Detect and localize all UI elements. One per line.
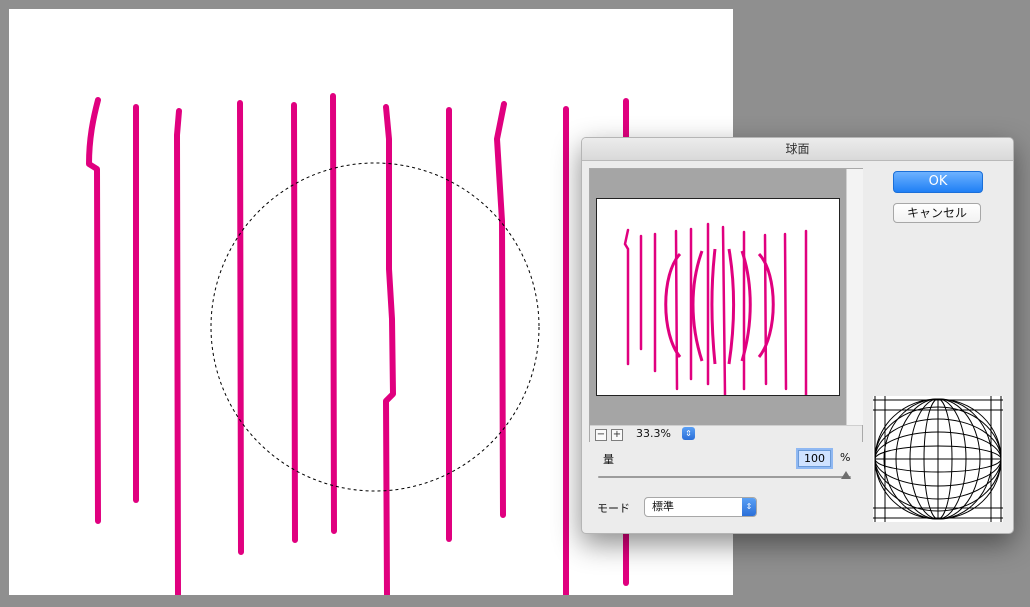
preview-scrollbar[interactable] (846, 169, 863, 425)
amount-unit: % (840, 451, 851, 464)
stroke-9 (494, 101, 507, 518)
spherize-dialog: 球面 − + 33.3% ⇕ OK キャンセル 量 100 % モード 標準 ⇕ (581, 137, 1014, 534)
stroke-7 (383, 104, 396, 595)
preview-document (596, 198, 840, 397)
zoom-out-button[interactable]: − (595, 429, 607, 441)
zoom-stepper[interactable]: ⇕ (682, 427, 695, 440)
stroke-6 (330, 93, 337, 534)
amount-slider-thumb[interactable] (841, 471, 851, 479)
mode-label: モード (597, 502, 630, 515)
preview-area[interactable] (590, 169, 846, 425)
vertical-strokes (86, 93, 629, 595)
dialog-title: 球面 (582, 138, 1013, 161)
preview-zoom-bar: − + 33.3% ⇕ (590, 425, 862, 442)
stroke-5 (291, 102, 298, 543)
stroke-1 (86, 97, 101, 524)
cancel-button[interactable]: キャンセル (893, 203, 981, 223)
stroke-4 (237, 100, 244, 555)
mode-select[interactable]: 標準 ⇕ (644, 497, 757, 517)
up-down-chevron-icon: ⇕ (742, 498, 756, 516)
stroke-3 (174, 108, 182, 595)
preview-pane: − + 33.3% ⇕ (589, 168, 863, 442)
mode-value: 標準 (652, 500, 674, 513)
selection-marquee (210, 162, 540, 492)
preview-artwork (623, 222, 808, 397)
amount-input[interactable]: 100 (796, 448, 833, 469)
sphere-grid-icon (873, 396, 1003, 522)
amount-label: 量 (603, 453, 614, 466)
zoom-level: 33.3% (636, 427, 671, 440)
amount-slider[interactable] (598, 476, 851, 478)
up-down-chevron-icon: ⇕ (685, 429, 692, 438)
ok-button[interactable]: OK (893, 171, 983, 193)
zoom-in-button[interactable]: + (611, 429, 623, 441)
